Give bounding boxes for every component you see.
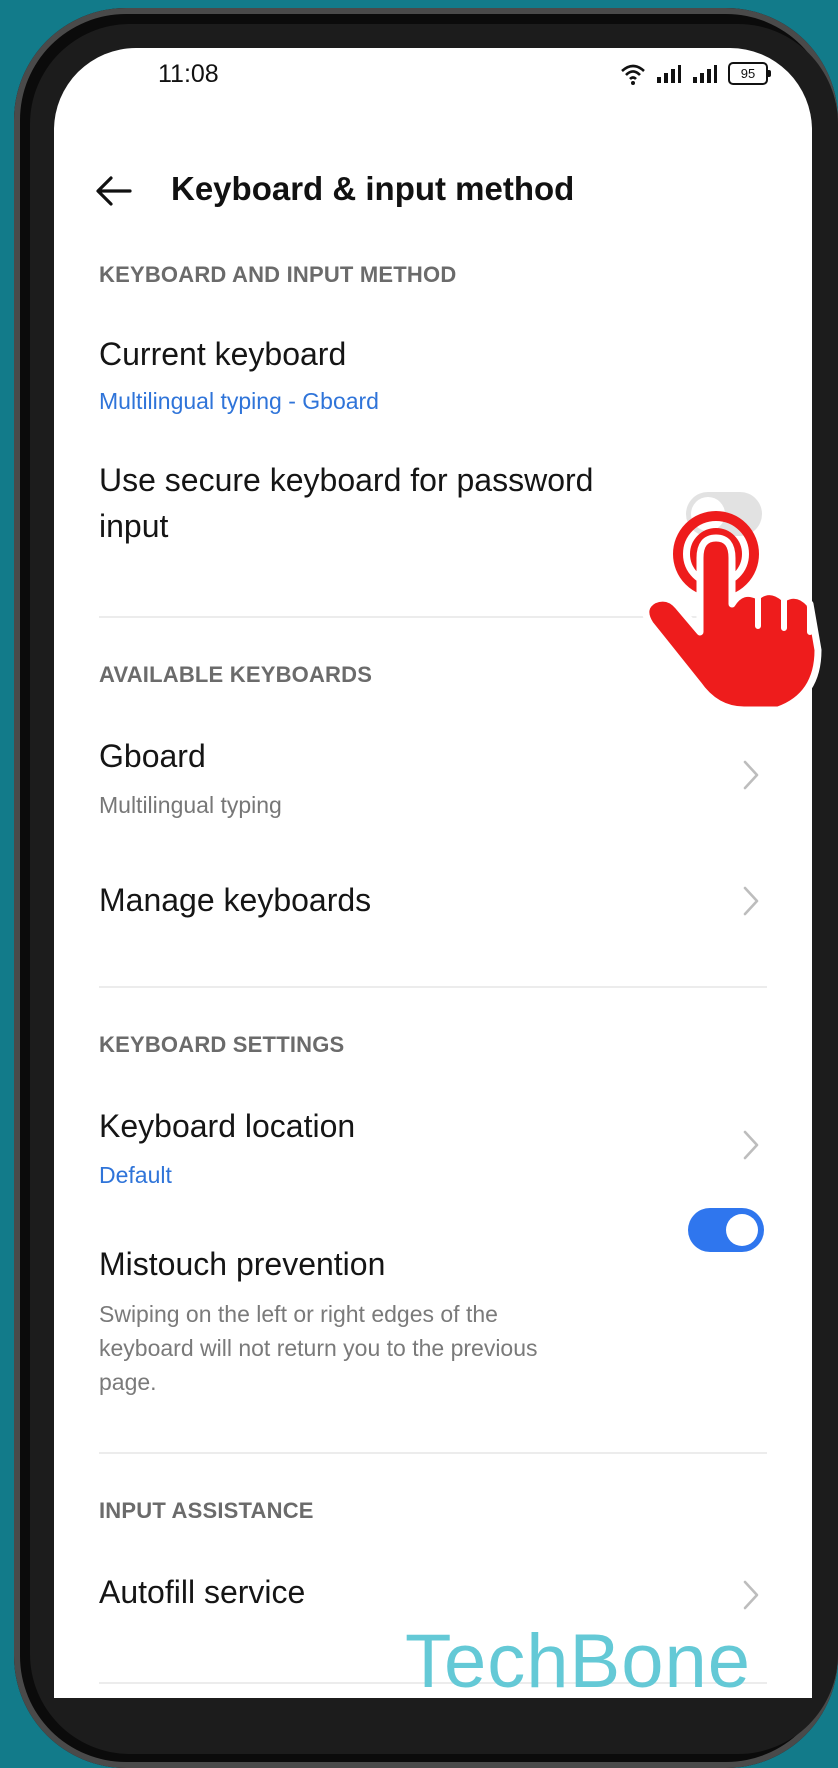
current-keyboard-value: Multilingual typing - Gboard — [99, 388, 379, 414]
tap-pointer-icon — [642, 511, 822, 714]
keyboard-location-value: Default — [99, 1162, 172, 1188]
page-header: Keyboard & input method — [54, 156, 812, 226]
mistouch-prevention-title: Mistouch prevention — [99, 1246, 386, 1282]
mistouch-prevention-desc-line3: page. — [99, 1369, 157, 1395]
battery-icon: 95 — [728, 62, 771, 85]
toggle-knob — [726, 1214, 758, 1246]
keyboard-location-title: Keyboard location — [99, 1108, 356, 1144]
wifi-icon — [621, 64, 645, 85]
status-time: 11:08 — [158, 60, 219, 88]
mistouch-prevention-desc-line1: Swiping on the left or right edges of th… — [99, 1301, 498, 1327]
gboard-subtitle: Multilingual typing — [99, 792, 282, 818]
gboard-title: Gboard — [99, 738, 206, 774]
phone-screen: 11:08 95 Keyboard & input method KEYBOAR… — [54, 48, 812, 1698]
mistouch-prevention-desc-line2: keyboard will not return you to the prev… — [99, 1335, 538, 1361]
section-label-available-keyboards: AVAILABLE KEYBOARDS — [99, 662, 373, 687]
signal-icon-2 — [693, 64, 717, 83]
divider — [99, 1452, 767, 1454]
divider — [99, 986, 767, 988]
section-label-keyboard-input: KEYBOARD AND INPUT METHOD — [99, 262, 457, 287]
back-arrow-icon[interactable] — [94, 174, 134, 208]
manage-keyboards-title: Manage keyboards — [99, 882, 372, 918]
chevron-right-icon — [743, 1580, 759, 1610]
chevron-right-icon — [743, 760, 759, 790]
secure-keyboard-title-line1: Use secure keyboard for password — [99, 462, 594, 498]
section-label-keyboard-settings: KEYBOARD SETTINGS — [99, 1032, 345, 1057]
page-title: Keyboard & input method — [171, 170, 575, 207]
status-bar: 11:08 95 — [54, 48, 812, 108]
secure-keyboard-title-line2: input — [99, 508, 169, 544]
status-icons: 95 — [620, 62, 771, 85]
chevron-right-icon — [743, 886, 759, 916]
section-label-input-assistance: INPUT ASSISTANCE — [99, 1498, 314, 1523]
current-keyboard-title: Current keyboard — [99, 336, 347, 372]
watermark-logo: TechBone — [405, 1619, 752, 1704]
mistouch-prevention-toggle[interactable] — [688, 1208, 764, 1252]
chevron-right-icon — [743, 1130, 759, 1160]
signal-icon-1 — [657, 64, 681, 83]
autofill-service-title: Autofill service — [99, 1574, 306, 1610]
